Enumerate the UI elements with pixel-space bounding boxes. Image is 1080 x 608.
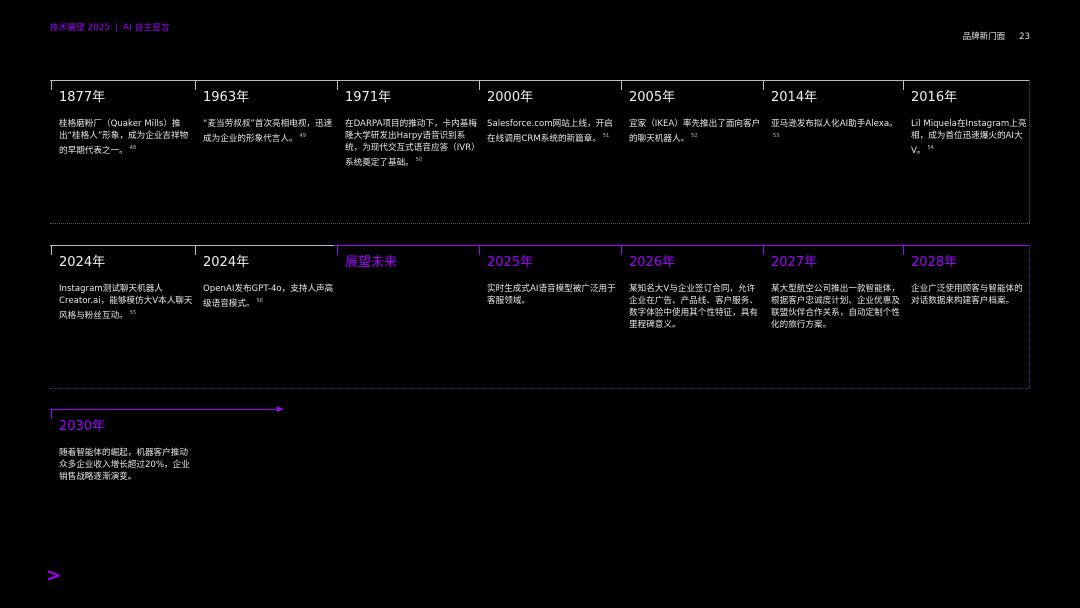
timeline-tick xyxy=(195,80,196,90)
entry-year: 2025年 xyxy=(487,255,534,270)
footnote-ref: 54 xyxy=(927,145,934,151)
timeline-tick xyxy=(763,80,764,90)
entry-body: 桂格磨粉厂（Quaker Mills）推出“桂格人”形象，成为企业吉祥物的早期代… xyxy=(59,119,189,156)
entry-body: “麦当劳叔叔”首次亮相电视，迅速成为企业的形象代言人。 xyxy=(203,119,333,144)
entry-text: Instagram测试聊天机器人Creator.ai，能够模仿大V本人聊天风格与… xyxy=(59,283,193,322)
footnote-ref: 52 xyxy=(691,133,698,139)
timeline-entry: 2028年 企业广泛使用顾客与智能体的对话数据来构建客户档案。 xyxy=(903,245,1029,385)
entry-year: 2000年 xyxy=(487,90,534,105)
timeline-entry: 2005年 宜家（IKEA）率先推出了面向客户的聊天机器人。 52 xyxy=(621,80,763,220)
entry-text: 实时生成式AI语音模型被广泛用于客服领域。 xyxy=(487,284,616,306)
dotted-border xyxy=(50,223,1030,224)
entry-text: Salesforce.com网站上线，开启在线调用CRM系统的新篇章。 51 xyxy=(487,118,621,145)
entry-text: 某大型航空公司推出一款智能体，根据客户忠诚度计划、企业优惠及联盟伙伴合作关系，自… xyxy=(771,284,900,330)
entry-text: OpenAI发布GPT-4o，支持人声高级语音模式。 56 xyxy=(203,283,337,310)
chapter-title: 品牌新门面 xyxy=(962,32,1006,42)
timeline-entry: 1963年 “麦当劳叔叔”首次亮相电视，迅速成为企业的形象代言人。 49 xyxy=(195,80,337,220)
header-separator: | xyxy=(115,23,119,33)
timeline-tick xyxy=(195,245,196,255)
timeline-entry: 2000年 Salesforce.com网站上线，开启在线调用CRM系统的新篇章… xyxy=(479,80,621,220)
timeline-entry: 1877年 桂格磨粉厂（Quaker Mills）推出“桂格人”形象，成为企业吉… xyxy=(51,80,193,220)
timeline-tick xyxy=(479,245,480,255)
timeline-entry: 2025年 实时生成式AI语音模型被广泛用于客服领域。 xyxy=(479,245,621,385)
footnote-ref: 55 xyxy=(129,310,137,316)
entry-text: 在DARPA项目的推动下，卡内基梅隆大学研发出Harpy语音识别系统，为现代交互… xyxy=(345,118,479,169)
brand-logo-icon: > xyxy=(46,565,62,586)
entry-text: 桂格磨粉厂（Quaker Mills）推出“桂格人”形象，成为企业吉祥物的早期代… xyxy=(59,118,193,157)
entry-year: 1963年 xyxy=(203,90,250,105)
timeline-entry: 2027年 某大型航空公司推出一款智能体，根据客户忠诚度计划、企业优惠及联盟伙伴… xyxy=(763,245,905,385)
entry-year: 2005年 xyxy=(629,90,676,105)
footnote-ref: 51 xyxy=(602,133,610,139)
entry-body: 亚马逊发布拟人化AI助手Alexa。 xyxy=(771,119,898,129)
arrow-right-icon xyxy=(277,406,283,412)
report-header: 技术展望 2025 | AI 自主宣言 xyxy=(50,21,170,33)
timeline-tick xyxy=(903,80,904,90)
timeline-tick xyxy=(621,80,622,90)
entry-year: 1971年 xyxy=(345,90,392,105)
footnote-ref: 50 xyxy=(415,157,423,163)
timeline-tick xyxy=(479,80,480,90)
timeline-entry: 2016年 Lil Miquela在Instagram上亮相，成为首位迅速爆火的… xyxy=(903,80,1029,220)
entry-body: 在DARPA项目的推动下，卡内基梅隆大学研发出Harpy语音识别系统，为现代交互… xyxy=(345,119,477,168)
timeline-entry: 2024年 Instagram测试聊天机器人Creator.ai，能够模仿大V本… xyxy=(51,245,193,385)
timeline-tick xyxy=(903,245,904,255)
timeline-tick xyxy=(51,80,52,90)
entry-body: 宜家（IKEA）率先推出了面向客户的聊天机器人。 xyxy=(629,119,761,144)
section-title: AI 自主宣言 xyxy=(123,23,170,33)
dotted-border xyxy=(50,388,1030,389)
footnote-ref: 53 xyxy=(773,133,780,139)
timeline-entry: 2014年 亚马逊发布拟人化AI助手Alexa。 53 xyxy=(763,80,905,220)
entry-year: 2024年 xyxy=(203,255,250,270)
timeline-entry: 2026年 某知名大V与企业签订合同，允许企业在广告、产品线、客户服务、数字体验… xyxy=(621,245,763,385)
entry-year: 展望未来 xyxy=(345,255,398,270)
timeline-entry: 2024年 OpenAI发布GPT-4o，支持人声高级语音模式。 56 xyxy=(195,245,337,385)
entry-text: 随着智能体的崛起，机器客户推动众多企业收入增长超过20%，企业销售战略逐渐演变。 xyxy=(59,448,190,482)
report-title: 技术展望 2025 xyxy=(50,23,111,33)
entry-year: 2024年 xyxy=(59,255,106,270)
timeline-entry-outlook: 展望未来 xyxy=(337,245,479,385)
timeline-tick xyxy=(337,245,338,255)
timeline-entry: 2030年 随着智能体的崛起，机器客户推动众多企业收入增长超过20%，企业销售战… xyxy=(51,409,201,499)
timeline-tick xyxy=(51,245,52,255)
page-number: 23 xyxy=(1019,32,1030,42)
footnote-ref: 49 xyxy=(299,133,306,139)
entry-year: 2030年 xyxy=(59,419,106,434)
footnote-ref: 48 xyxy=(129,145,137,151)
page-info: 品牌新门面 23 xyxy=(963,30,1030,42)
entry-year: 2028年 xyxy=(911,255,958,270)
entry-text: 宜家（IKEA）率先推出了面向客户的聊天机器人。 52 xyxy=(629,118,763,145)
dotted-border xyxy=(1029,80,1030,223)
footnote-ref: 56 xyxy=(256,298,263,304)
entry-body: Instagram测试聊天机器人Creator.ai，能够模仿大V本人聊天风格与… xyxy=(59,284,193,321)
entry-body: OpenAI发布GPT-4o，支持人声高级语音模式。 xyxy=(203,284,334,309)
timeline-tick xyxy=(621,245,622,255)
entry-year: 2014年 xyxy=(771,90,818,105)
timeline-tick xyxy=(51,409,52,419)
dotted-border xyxy=(1029,245,1030,388)
entry-text: 亚马逊发布拟人化AI助手Alexa。 53 xyxy=(771,118,905,145)
entry-year: 1877年 xyxy=(59,90,106,105)
entry-text: Lil Miquela在Instagram上亮相，成为首位迅速爆火的AI大V。 5… xyxy=(911,118,1027,157)
entry-body: Salesforce.com网站上线，开启在线调用CRM系统的新篇章。 xyxy=(487,119,613,144)
timeline-tick xyxy=(337,80,338,90)
entry-year: 2026年 xyxy=(629,255,676,270)
timeline-entry: 1971年 在DARPA项目的推动下，卡内基梅隆大学研发出Harpy语音识别系统… xyxy=(337,80,479,220)
entry-text: “麦当劳叔叔”首次亮相电视，迅速成为企业的形象代言人。 49 xyxy=(203,118,337,145)
timeline-tick xyxy=(763,245,764,255)
entry-year: 2016年 xyxy=(911,90,958,105)
entry-year: 2027年 xyxy=(771,255,818,270)
entry-text: 企业广泛使用顾客与智能体的对话数据来构建客户档案。 xyxy=(911,284,1023,306)
entry-text: 某知名大V与企业签订合同，允许企业在广告、产品线、客户服务、数字体验中使用其个性… xyxy=(629,284,758,330)
